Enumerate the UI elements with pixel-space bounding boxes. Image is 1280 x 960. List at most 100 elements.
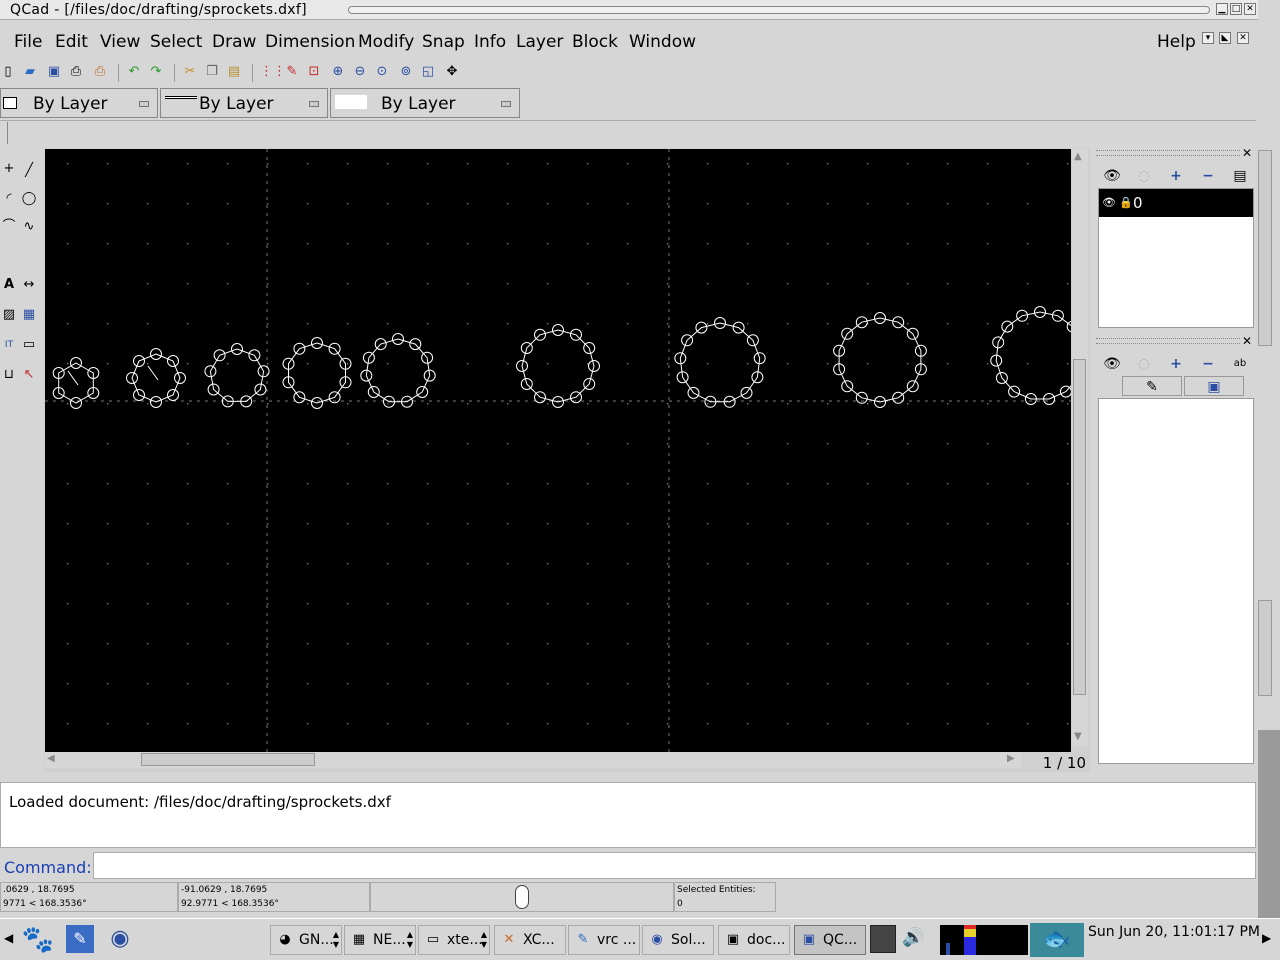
zoom-pan-icon[interactable]: ✥ [444,64,460,80]
paste-icon[interactable]: ▤ [226,64,242,80]
new-file-icon[interactable]: ▯ [0,64,16,80]
close-icon[interactable]: ✕ [1242,146,1252,160]
text-tool-icon[interactable]: A [0,276,18,294]
scroll-up-icon[interactable]: ▲ [1074,151,1082,162]
scroll-left-icon[interactable]: ◀ [47,753,55,764]
cut-icon[interactable]: ✂ [182,64,198,80]
monitor-applet-icon[interactable] [870,925,896,953]
option-toolbar-handle[interactable] [0,122,8,144]
zoom-auto-icon[interactable]: ⊙ [374,64,390,80]
panel-grip[interactable] [1096,150,1240,156]
menu-info[interactable]: Info [474,32,506,52]
scrollbar[interactable] [1258,600,1272,696]
scroll-down-icon[interactable]: ▼ [1074,731,1082,742]
layer-list[interactable]: 👁 🔒 0 [1098,188,1254,328]
menu-snap[interactable]: Snap [422,32,465,52]
zoom-out-icon[interactable]: ⊖ [352,64,368,80]
scroll-right-icon[interactable]: ▶ [1262,931,1271,945]
edit-layer-icon[interactable]: ▤ [1226,166,1254,186]
zoom-window-icon[interactable]: ◱ [420,64,436,80]
edit-block-icon[interactable]: ✎ [1122,376,1182,396]
open-file-icon[interactable]: ▰ [22,64,38,80]
clock[interactable]: Sun Jun 20, 11:01:17 PM [1088,924,1260,940]
dimension-tool-icon[interactable]: ↔ [20,276,38,294]
mdi-minimize-icon[interactable]: ▾ [1202,32,1214,44]
zoom-in-icon[interactable]: ⊕ [330,64,346,80]
mdi-restore-icon[interactable]: ◣ [1219,32,1231,44]
list-item[interactable]: 👁 🔒 0 [1099,189,1253,217]
print-preview-icon[interactable]: ⎙ [92,64,108,80]
show-all-blocks-icon[interactable]: 👁 [1098,354,1126,374]
pen-linetype-combo[interactable]: By Layer [330,88,520,118]
panel-grip[interactable] [1096,338,1240,344]
menu-window[interactable]: Window [629,32,696,52]
arc-tool-icon[interactable]: ◜ [0,190,18,208]
maximize-icon[interactable]: □ [1230,3,1242,15]
task-button[interactable]: ◕ GN... ▲ ▼ [270,925,342,955]
undo-icon[interactable]: ↶ [126,64,142,80]
save-icon[interactable]: ▣ [46,64,62,80]
vertical-scrollbar[interactable]: ▲ ▼ [1072,149,1088,746]
add-layer-icon[interactable]: + [1162,166,1190,186]
task-button[interactable]: ▣ doc... [718,925,790,955]
pen-color-combo[interactable]: By Layer [0,88,158,118]
copy-icon[interactable]: ❐ [204,64,220,80]
redo-icon[interactable]: ↷ [148,64,164,80]
show-all-layers-icon[interactable]: 👁 [1098,166,1126,186]
task-button-active[interactable]: ▣ QC... [794,925,866,955]
fish-applet-icon[interactable]: 🐟 [1030,923,1084,957]
vertical-scroll-thumb[interactable] [1073,359,1086,695]
circle-tool-icon[interactable]: ◯ [20,190,38,208]
menu-layer[interactable]: Layer [516,32,563,52]
menu-file[interactable]: File [14,32,42,52]
menu-select[interactable]: Select [150,32,202,52]
command-input[interactable] [93,852,1256,879]
browser-launcher-icon[interactable]: ◉ [106,925,134,953]
line-tool-icon[interactable]: ╱ [20,162,38,180]
hide-all-layers-icon[interactable]: ◌ [1130,166,1158,186]
block-tool-icon[interactable]: IT [0,336,18,354]
hide-all-blocks-icon[interactable]: ◌ [1130,354,1158,374]
menu-help[interactable]: Help [1157,32,1196,52]
block-list[interactable] [1098,398,1254,764]
pen-width-combo[interactable]: By Layer [160,88,328,118]
grid-icon[interactable]: ⋮⋮ [260,64,286,80]
select-tool-icon[interactable]: ↖ [20,366,38,384]
lock-icon[interactable]: 🔒 [1119,189,1133,217]
draft-icon[interactable]: ✎ [284,64,300,80]
task-button[interactable]: ✎ vrc ... [568,925,640,955]
print-icon[interactable]: ⎙ [68,64,84,80]
horizontal-scrollbar[interactable]: ◀ ▶ [45,752,1021,768]
remove-block-icon[interactable]: − [1194,354,1222,374]
editor-launcher-icon[interactable]: ✎ [66,925,94,953]
spline-tool-icon[interactable]: ∿ [20,218,38,236]
menu-draw[interactable]: Draw [212,32,256,52]
rename-block-icon[interactable]: ab [1226,354,1254,374]
menu-modify[interactable]: Modify [358,32,414,52]
remove-layer-icon[interactable]: − [1194,166,1222,186]
horizontal-scroll-thumb[interactable] [141,753,315,766]
title-drag-bar[interactable] [348,6,1210,14]
zoom-previous-icon[interactable]: ⊚ [398,64,414,80]
menu-block[interactable]: Block [572,32,618,52]
ellipse-tool-icon[interactable]: ⌒ [0,218,18,236]
task-button[interactable]: ◉ Sol... [642,925,714,955]
scroll-left-icon[interactable]: ◀ [4,931,13,945]
drawing-canvas[interactable] [45,149,1071,752]
task-button[interactable]: ▦ NE... ▲ ▼ [344,925,416,955]
redraw-icon[interactable]: ⊡ [306,64,322,80]
volume-icon[interactable]: 🔊 [902,927,924,948]
menu-view[interactable]: View [100,32,140,52]
task-button[interactable]: ✕ XC... [494,925,566,955]
insert-block-icon[interactable]: ▣ [1184,376,1244,396]
scrollbar[interactable] [1258,150,1272,346]
mdi-close-icon[interactable]: ✕ [1237,32,1249,44]
hatch-tool-icon[interactable]: ▨ [0,306,18,324]
point-tool-icon[interactable]: + [0,160,18,178]
visible-icon[interactable]: 👁 [1102,189,1116,217]
close-icon[interactable]: ✕ [1242,334,1252,348]
image-tool-icon[interactable]: ▦ [20,306,38,324]
add-block-icon[interactable]: + [1162,354,1190,374]
measure-tool-icon[interactable]: ▭ [20,336,38,354]
gnome-foot-icon[interactable]: 🐾 [20,923,56,957]
